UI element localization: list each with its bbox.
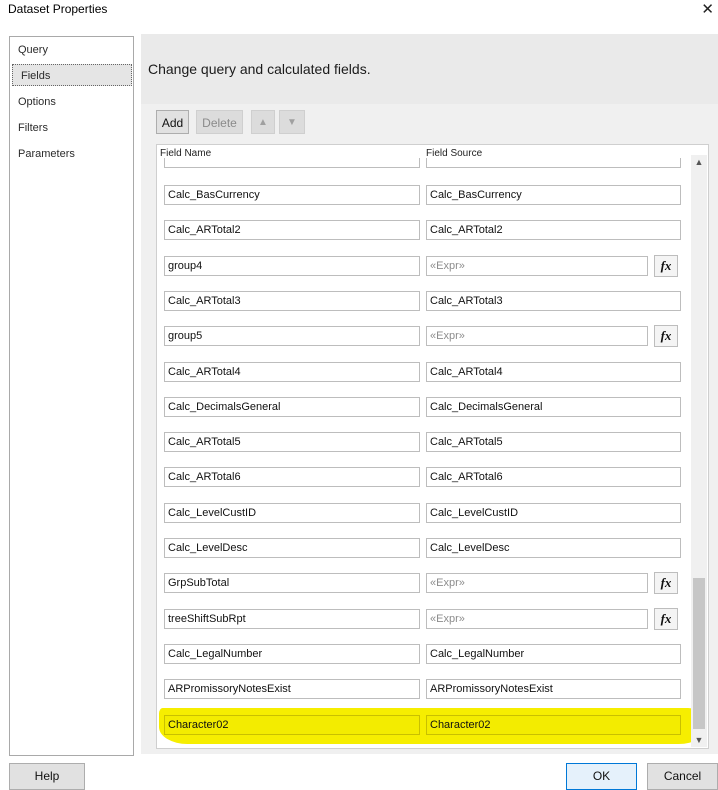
table-row: Calc_ARTotal4 Calc_ARTotal4 <box>157 361 697 384</box>
scrollbar-thumb[interactable] <box>693 578 705 729</box>
field-source-input[interactable]: «Expr» <box>426 326 648 347</box>
table-row: treeShiftSubRpt «Expr» fx <box>157 607 697 631</box>
sidebar-item-fields[interactable]: Fields <box>12 64 132 86</box>
sidebar-nav: Query Fields Options Filters Parameters <box>9 36 134 756</box>
arrow-up-icon: ▲ <box>258 117 268 128</box>
field-name-input[interactable]: Calc_LegalNumber <box>164 643 420 664</box>
title-bar: Dataset Properties ✕ <box>0 0 718 22</box>
move-up-button[interactable]: ▲ <box>251 110 275 134</box>
sidebar-item-options[interactable]: Options <box>10 91 131 113</box>
field-name-input[interactable]: Calc_ARTotal4 <box>164 361 420 382</box>
main-panel: Change query and calculated fields. Add … <box>141 34 718 754</box>
field-name-input[interactable]: group5 <box>164 326 420 347</box>
expression-fx-button[interactable]: fx <box>654 572 678 595</box>
field-source-input[interactable]: Character02 <box>426 714 681 735</box>
field-source-input[interactable]: Calc_ARTotal2 <box>426 220 681 241</box>
field-name-input[interactable]: Calc_DecimalsGeneral <box>164 396 420 417</box>
move-down-button[interactable]: ▼ <box>279 110 305 134</box>
field-source-input[interactable]: Calc_ARTotal6 <box>426 467 681 488</box>
expression-fx-button[interactable]: fx <box>654 325 678 348</box>
field-source-input[interactable]: Calc_ARTotal3 <box>426 290 681 311</box>
field-name-input[interactable]: Calc_LevelCustID <box>164 502 420 523</box>
ok-button[interactable]: OK <box>566 763 637 790</box>
field-source-input[interactable]: Calc_BasCurrency <box>426 185 681 205</box>
fields-grid: Field Name Field Source Calc_BasCurrency… <box>156 144 709 749</box>
arrow-down-icon: ▼ <box>287 117 297 128</box>
add-button[interactable]: Add <box>156 110 189 134</box>
expression-fx-button[interactable]: fx <box>654 254 678 277</box>
window-title: Dataset Properties <box>8 2 108 16</box>
field-name-input[interactable]: Calc_ARTotal6 <box>164 467 420 488</box>
field-source-input[interactable] <box>426 158 681 168</box>
sidebar-item-parameters[interactable]: Parameters <box>10 143 131 165</box>
field-name-input[interactable]: Calc_ARTotal2 <box>164 220 420 241</box>
field-name-input[interactable] <box>164 158 420 168</box>
help-button[interactable]: Help <box>9 763 85 790</box>
field-source-input[interactable]: «Expr» <box>426 255 648 276</box>
delete-button[interactable]: Delete <box>196 110 243 134</box>
field-source-input[interactable]: Calc_ARTotal5 <box>426 432 681 453</box>
sidebar-item-filters[interactable]: Filters <box>10 117 131 139</box>
page-title: Change query and calculated fields. <box>148 61 371 77</box>
table-row: group5 «Expr» fx <box>157 325 697 348</box>
field-name-input[interactable]: Character02 <box>164 714 420 735</box>
table-row: Calc_DecimalsGeneral Calc_DecimalsGeneral <box>157 396 697 419</box>
table-row: Character02 Character02 <box>157 714 697 737</box>
table-row: Calc_ARTotal5 Calc_ARTotal5 <box>157 432 697 454</box>
field-source-input[interactable]: «Expr» <box>426 608 648 629</box>
table-row: group4 «Expr» fx <box>157 254 697 278</box>
table-row: Calc_LevelCustID Calc_LevelCustID <box>157 502 697 525</box>
table-row: GrpSubTotal «Expr» fx <box>157 572 697 595</box>
field-name-input[interactable]: group4 <box>164 255 420 276</box>
field-source-input[interactable]: Calc_ARTotal4 <box>426 361 681 382</box>
field-name-input[interactable]: GrpSubTotal <box>164 573 420 594</box>
field-source-input[interactable]: Calc_DecimalsGeneral <box>426 396 681 417</box>
table-row: Calc_BasCurrency Calc_BasCurrency <box>157 185 697 207</box>
field-name-input[interactable]: Calc_BasCurrency <box>164 185 420 205</box>
expression-fx-button[interactable]: fx <box>654 607 678 630</box>
sidebar-item-query[interactable]: Query <box>10 39 131 61</box>
field-source-input[interactable]: Calc_LegalNumber <box>426 643 681 664</box>
field-name-input[interactable]: treeShiftSubRpt <box>164 608 420 629</box>
field-name-input[interactable]: Calc_ARTotal5 <box>164 432 420 453</box>
field-source-input[interactable]: ARPromissoryNotesExist <box>426 679 681 700</box>
field-source-input[interactable]: Calc_LevelDesc <box>426 538 681 558</box>
table-row: Calc_LegalNumber Calc_LegalNumber <box>157 643 697 666</box>
cancel-button[interactable]: Cancel <box>647 763 718 790</box>
table-row: Calc_ARTotal6 Calc_ARTotal6 <box>157 467 697 489</box>
close-icon[interactable]: ✕ <box>701 0 714 20</box>
field-name-input[interactable]: ARPromissoryNotesExist <box>164 679 420 700</box>
field-source-input[interactable]: Calc_LevelCustID <box>426 502 681 523</box>
table-row: Calc_ARTotal2 Calc_ARTotal2 <box>157 220 697 242</box>
table-row: ARPromissoryNotesExist ARPromissoryNotesE… <box>157 679 697 701</box>
table-row: Calc_ARTotal3 Calc_ARTotal3 <box>157 290 697 313</box>
field-name-input[interactable]: Calc_ARTotal3 <box>164 290 420 311</box>
vertical-scrollbar[interactable]: ▲ ▼ <box>691 155 707 747</box>
scroll-down-icon[interactable]: ▼ <box>693 735 705 745</box>
field-source-input[interactable]: «Expr» <box>426 573 648 594</box>
scroll-up-icon[interactable]: ▲ <box>693 157 705 167</box>
table-row: Calc_LevelDesc Calc_LevelDesc <box>157 538 697 560</box>
field-name-input[interactable]: Calc_LevelDesc <box>164 538 420 558</box>
partial-row <box>157 158 697 168</box>
header-band: Change query and calculated fields. <box>141 34 718 104</box>
